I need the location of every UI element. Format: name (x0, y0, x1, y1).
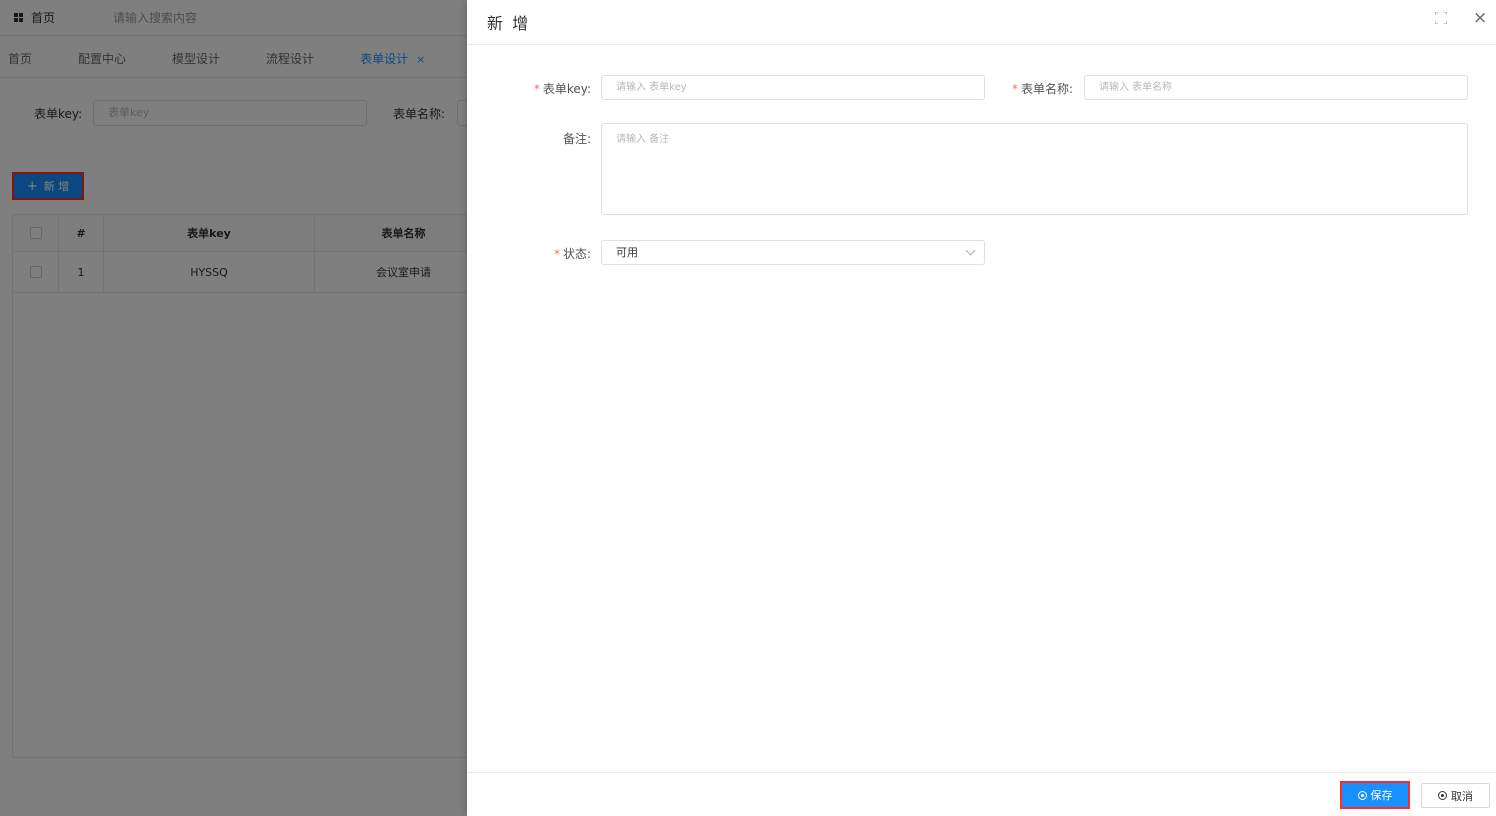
form-name-input[interactable]: 请输入 表单名称 (1084, 75, 1468, 100)
cancel-button[interactable]: 取消 (1421, 783, 1490, 808)
cancel-button-label: 取消 (1451, 789, 1473, 803)
chevron-down-icon (965, 245, 976, 256)
drawer-footer: 保存 取消 (467, 772, 1496, 816)
add-drawer: 新 增 × * 表单key: 请输入 表单key * 表单名称: 请输入 表单名称 … (467, 0, 1496, 816)
form-name-label-text: 表单名称: (1020, 82, 1073, 96)
required-mark: * (533, 82, 540, 96)
fullscreen-icon[interactable] (1434, 11, 1448, 25)
save-button-label: 保存 (1370, 789, 1393, 802)
form-name-label: * 表单名称: (1007, 80, 1073, 97)
drawer-title: 新 增 (487, 14, 531, 33)
form-key-label: * 表单key: (533, 80, 591, 97)
required-mark: * (553, 247, 560, 261)
status-label-text: 状态: (562, 247, 591, 261)
status-select[interactable]: 可用 (601, 240, 985, 265)
remark-textarea[interactable]: 请输入 备注 (601, 123, 1468, 215)
cancel-icon (1438, 791, 1447, 800)
required-mark: * (1011, 82, 1018, 96)
close-icon[interactable]: × (1473, 9, 1487, 27)
drawer-header: 新 增 × (467, 0, 1496, 45)
status-label: * 状态: (533, 245, 591, 262)
form-key-input[interactable]: 请输入 表单key (601, 75, 985, 100)
status-select-value: 可用 (616, 246, 638, 259)
remark-label: 备注: (562, 132, 591, 146)
form-key-label-text: 表单key: (542, 82, 591, 96)
save-icon (1357, 790, 1367, 800)
save-button[interactable]: 保存 (1340, 781, 1410, 809)
